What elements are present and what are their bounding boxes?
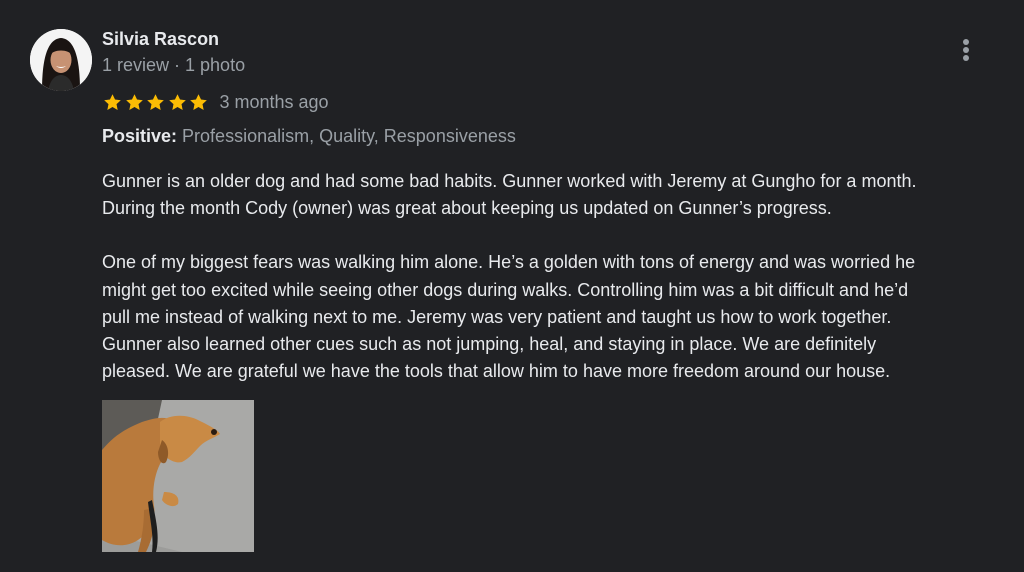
star-icon — [188, 92, 209, 113]
star-rating — [102, 92, 210, 113]
reviewer-meta: 1 review · 1 photo — [102, 55, 246, 75]
avatar-image — [30, 29, 92, 91]
review-line: pleased. We are grateful we have the too… — [102, 361, 891, 382]
star-icon — [145, 92, 166, 113]
review-line: pull me instead of walking next to me. J… — [102, 306, 892, 327]
attributes-label: Positive: — [102, 126, 178, 146]
review-line: During the month Cody (owner) was great … — [102, 198, 832, 219]
review-line: Gunner also learned other cues such as n… — [102, 334, 877, 355]
review-text: Gunner is an older dog and had some bad … — [102, 168, 1002, 385]
attributes-value: Professionalism, Quality, Responsiveness — [182, 126, 516, 146]
more-options-button[interactable] — [950, 34, 982, 66]
reviewer-name[interactable]: Silvia Rascon — [102, 29, 219, 50]
rating-row: 3 months ago — [102, 89, 329, 115]
avatar[interactable] — [30, 29, 92, 91]
star-icon — [124, 92, 145, 113]
review-line: One of my biggest fears was walking him … — [102, 252, 916, 273]
review-line: might get too excited while seeing other… — [102, 279, 909, 300]
star-icon — [102, 92, 123, 113]
review-time: 3 months ago — [219, 91, 329, 112]
review-card: Silvia Rascon 1 review · 1 photo 3 month… — [0, 0, 1024, 572]
dog-photo — [102, 400, 254, 552]
star-icon — [167, 92, 188, 113]
review-attributes: Positive: Professionalism, Quality, Resp… — [102, 126, 516, 147]
review-photo[interactable] — [102, 400, 254, 552]
review-line: Gunner is an older dog and had some bad … — [102, 171, 917, 191]
